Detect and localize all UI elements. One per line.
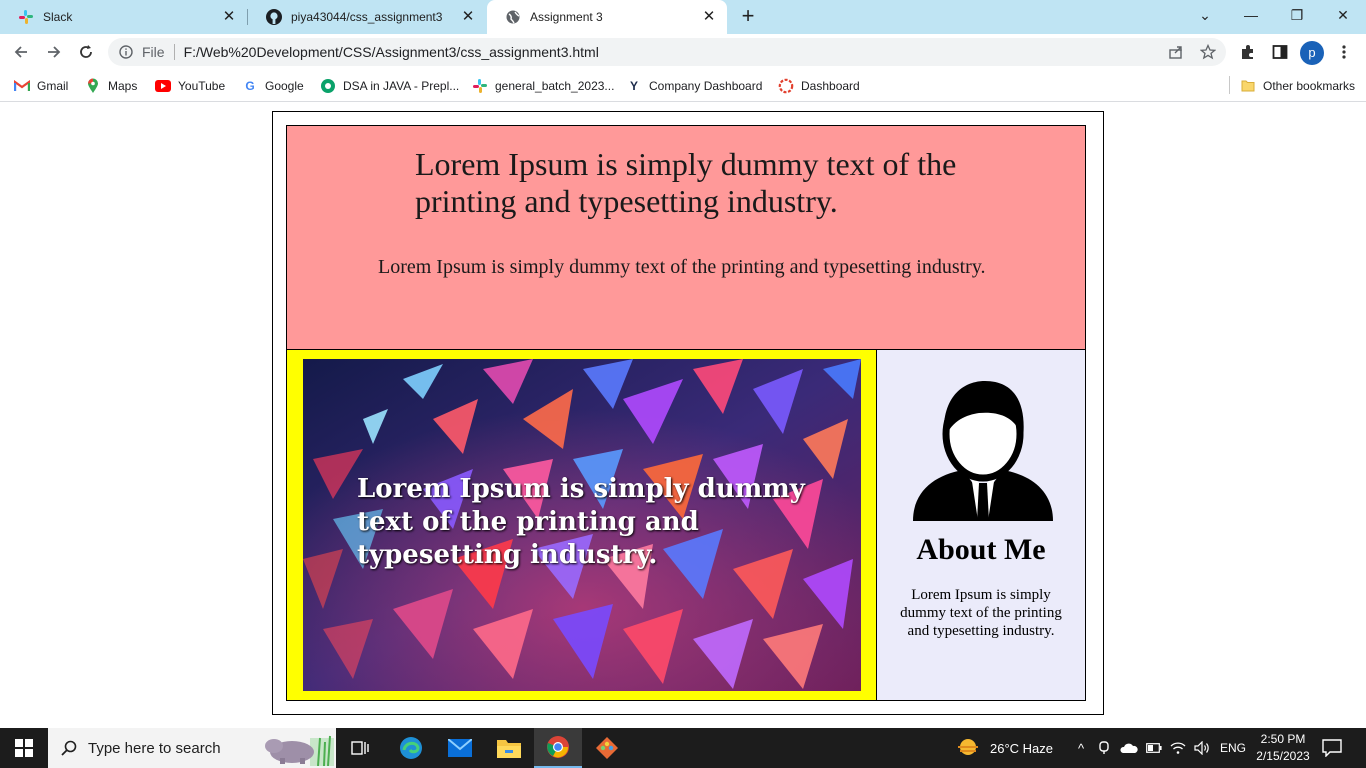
weather-widget[interactable]: 26°C Haze [956,728,1053,768]
taskbar: Type here to search 26°C Haze ^ ENG 2:50… [0,728,1366,768]
reload-icon[interactable] [74,40,98,64]
profile-avatar[interactable]: p [1300,41,1324,65]
bookmark-label: Gmail [37,79,69,93]
window-close-button[interactable]: ✕ [1320,0,1366,30]
battery-icon[interactable] [1146,743,1162,753]
gmail-icon [14,78,30,94]
y-icon: Y [629,79,638,93]
close-icon[interactable]: ✕ [460,9,476,25]
onedrive-cloud-icon[interactable] [1120,742,1138,754]
clock-date: 2/15/2023 [1256,749,1310,763]
tab-title: Slack [43,10,73,24]
about-section: About Me Lorem Ipsum is simply dummy tex… [876,349,1086,701]
tab-search-icon[interactable]: ⌄ [1182,0,1228,30]
bookmark-other[interactable]: Other bookmarks [1240,76,1355,96]
bookmark-general-batch[interactable]: general_batch_2023... [472,76,614,96]
edge-browser-icon[interactable] [387,728,435,768]
bookmark-label: YouTube [178,79,226,93]
close-icon[interactable]: ✕ [221,9,237,25]
maps-icon [85,78,101,94]
address-bar[interactable]: File F:/Web%20Development/CSS/Assignment… [108,38,1226,66]
header-section: Lorem Ipsum is simply dummy text of the … [286,125,1086,350]
share-icon[interactable] [1167,43,1185,61]
mail-icon[interactable] [436,728,484,768]
search-placeholder: Type here to search [88,739,221,757]
prepl-icon [320,78,336,94]
windows-start-icon[interactable] [0,728,48,768]
url-text[interactable]: F:/Web%20Development/CSS/Assignment3/css… [184,44,599,60]
bookmarks-bar: Gmail Maps YouTube G Google DSA in JAVA … [0,70,1366,102]
folder-icon [1240,78,1256,94]
bookmark-label: Dashboard [801,79,860,93]
git-app-icon[interactable] [583,728,631,768]
forward-arrow-icon[interactable] [42,40,66,64]
youtube-icon [155,78,171,94]
divider [173,44,175,60]
tab-github[interactable]: piya43044/css_assignment3 ✕ [248,0,486,34]
globe-icon [505,9,521,25]
more-menu-icon[interactable] [1334,42,1354,62]
bookmark-youtube[interactable]: YouTube [155,76,225,96]
bookmark-maps[interactable]: Maps [85,76,137,96]
dashboard-icon [778,78,794,94]
tab-title: Assignment 3 [530,10,603,24]
bookmark-label: DSA in JAVA - Prepl... [343,79,460,93]
meet-now-icon[interactable] [1098,741,1110,755]
notification-icon[interactable] [1322,728,1342,768]
search-highlight-hippo-icon [262,730,334,768]
github-icon [266,9,282,25]
haze-sun-icon [956,738,980,758]
bookmark-dsa-java[interactable]: DSA in JAVA - Prepl... [320,76,459,96]
task-view-icon[interactable] [336,728,384,768]
chevron-up-icon[interactable]: ^ [1074,741,1088,756]
search-icon [60,739,78,757]
bookmark-dashboard[interactable]: Dashboard [778,76,860,96]
page-heading: Lorem Ipsum is simply dummy text of the … [415,146,957,219]
bookmark-label: general_batch_2023... [495,79,615,93]
slack-icon [472,78,488,94]
chrome-icon[interactable] [534,728,582,768]
system-clock[interactable]: 2:50 PM 2/15/2023 [1252,731,1314,765]
tab-assignment3[interactable]: Assignment 3 ✕ [487,0,727,34]
close-icon[interactable]: ✕ [701,9,717,25]
file-explorer-icon[interactable] [485,728,533,768]
wifi-icon[interactable] [1170,742,1186,754]
bookmark-label: Maps [108,79,138,93]
hero-image: Lorem Ipsum is simply dummy text of the … [303,359,861,691]
bookmark-label: Google [265,79,304,93]
clock-time: 2:50 PM [1260,732,1306,746]
speaker-icon[interactable] [1194,741,1210,755]
hero-text: Lorem Ipsum is simply dummy text of the … [357,474,805,570]
bookmark-label: Company Dashboard [649,79,763,93]
user-avatar-icon [913,379,1053,521]
minimize-button[interactable]: — [1228,0,1274,30]
tab-title: piya43044/css_assignment3 [291,10,443,24]
bookmark-label: Other bookmarks [1263,79,1356,93]
tab-strip: Slack ✕ piya43044/css_assignment3 ✕ Assi… [0,0,1366,34]
weather-text: 26°C Haze [990,740,1054,756]
bookmark-star-icon[interactable] [1199,43,1217,61]
back-arrow-icon[interactable] [9,40,33,64]
restore-button[interactable]: ❐ [1274,0,1320,30]
bookmark-google[interactable]: G Google [242,76,304,96]
about-paragraph: Lorem Ipsum is simply dummy text of the … [900,587,1062,639]
about-title: About Me [916,533,1046,566]
header-paragraph: Lorem Ipsum is simply dummy text of the … [378,256,986,278]
google-icon: G [245,79,255,93]
language-indicator[interactable]: ENG [1220,741,1246,755]
tab-slack[interactable]: Slack ✕ [0,0,247,34]
scheme-label: File [142,44,165,60]
tray-icons: ^ ENG [1074,728,1246,768]
bookmarks-divider [1229,76,1230,94]
bookmark-company-dashboard[interactable]: Y Company Dashboard [626,76,762,96]
bookmark-gmail[interactable]: Gmail [14,76,68,96]
info-icon[interactable] [118,44,134,60]
extensions-puzzle-icon[interactable] [1238,42,1258,62]
slack-icon [18,9,34,25]
new-tab-button[interactable]: + [737,5,759,28]
taskbar-search-box[interactable]: Type here to search [48,728,336,768]
side-panel-icon[interactable] [1270,42,1290,62]
